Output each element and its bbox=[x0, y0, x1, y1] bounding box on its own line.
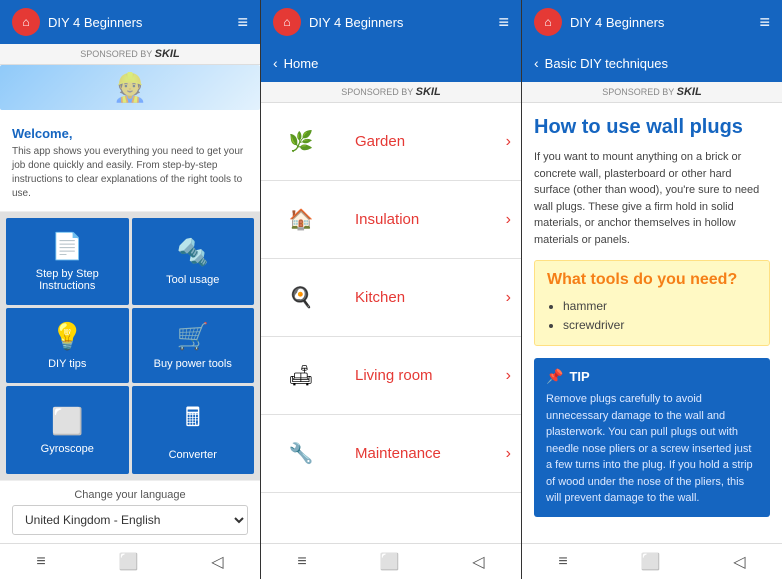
tip-box: 📌 TIP Remove plugs carefully to avoid un… bbox=[534, 358, 770, 517]
hamburger-menu-screen2[interactable]: ≡ bbox=[498, 12, 509, 33]
grid-item-gyroscope[interactable]: ⬜ Gyroscope bbox=[6, 386, 129, 474]
grid-item-tool-usage[interactable]: 🔩 Tool usage bbox=[132, 218, 255, 305]
tool-usage-icon: 🔩 bbox=[177, 237, 209, 268]
article-title: How to use wall plugs bbox=[534, 115, 770, 139]
nav-menu-icon-s2[interactable]: ≡ bbox=[297, 553, 306, 571]
app-title-screen3: DIY 4 Beginners bbox=[570, 15, 664, 30]
logo-screen3: ⌂ DIY 4 Beginners bbox=[534, 8, 664, 36]
logo-screen1: ⌂ DIY 4 Beginners bbox=[12, 8, 142, 36]
grid-item-diy-tips[interactable]: 💡 DIY tips bbox=[6, 308, 129, 383]
app-title-screen1: DIY 4 Beginners bbox=[48, 15, 142, 30]
welcome-text: This app shows you everything you need t… bbox=[12, 145, 248, 201]
step-by-step-label: Step by Step Instructions bbox=[12, 268, 123, 292]
bottom-nav-screen1: ≡ ⬜ ◁ bbox=[0, 543, 260, 579]
logo-icon-screen3: ⌂ bbox=[534, 8, 562, 36]
sponsored-bar-screen1: SPONSORED BY SKIL bbox=[0, 44, 260, 65]
nav-home-icon-s2[interactable]: ⬜ bbox=[380, 552, 400, 572]
tip-pin-icon: 📌 bbox=[546, 368, 563, 385]
category-name-insulation: Insulation bbox=[341, 211, 506, 228]
back-bar-screen2[interactable]: ‹ Home bbox=[261, 44, 521, 82]
category-arrow-maintenance: › bbox=[506, 445, 521, 463]
screen-article: ⌂ DIY 4 Beginners ≡ ‹ Basic DIY techniqu… bbox=[522, 0, 782, 579]
welcome-image: 👷 bbox=[0, 65, 260, 110]
grid-item-step-by-step[interactable]: 📄 Step by Step Instructions bbox=[6, 218, 129, 305]
category-item-kitchen[interactable]: 🍳 Kitchen › bbox=[261, 259, 521, 337]
category-thumb-kitchen: 🍳 bbox=[261, 259, 341, 337]
logo-icon-screen1: ⌂ bbox=[12, 8, 40, 36]
language-label: Change your language bbox=[12, 489, 248, 501]
nav-menu-icon[interactable]: ≡ bbox=[36, 553, 45, 571]
article-content: How to use wall plugs If you want to mou… bbox=[522, 103, 782, 543]
category-arrow-living: › bbox=[506, 367, 521, 385]
category-item-insulation[interactable]: 🏠 Insulation › bbox=[261, 181, 521, 259]
header-screen2: ⌂ DIY 4 Beginners ≡ bbox=[261, 0, 521, 44]
category-thumb-living: 🛋 bbox=[261, 337, 341, 415]
hamburger-menu-screen1[interactable]: ≡ bbox=[237, 12, 248, 33]
bottom-nav-screen3: ≡ ⬜ ◁ bbox=[522, 543, 782, 579]
nav-home-icon[interactable]: ⬜ bbox=[119, 552, 139, 572]
welcome-section: Welcome, This app shows you everything y… bbox=[0, 116, 260, 212]
category-name-living: Living room bbox=[341, 367, 506, 384]
grid-container: 📄 Step by Step Instructions 🔩 Tool usage… bbox=[0, 212, 260, 480]
back-label-screen2: Home bbox=[284, 56, 319, 71]
category-name-garden: Garden bbox=[341, 133, 506, 150]
buy-tools-label: Buy power tools bbox=[154, 358, 232, 370]
language-section: Change your language United Kingdom - En… bbox=[0, 480, 260, 543]
tip-header: 📌 TIP bbox=[546, 368, 758, 385]
nav-back-icon-s2[interactable]: ◁ bbox=[472, 552, 484, 572]
converter-label: Converter bbox=[169, 449, 217, 461]
category-item-living[interactable]: 🛋 Living room › bbox=[261, 337, 521, 415]
category-list: 🌿 Garden › 🏠 Insulation › 🍳 Kitchen › 🛋 … bbox=[261, 103, 521, 543]
nav-back-icon[interactable]: ◁ bbox=[211, 552, 223, 572]
category-thumb-maintenance: 🔧 bbox=[261, 415, 341, 493]
nav-home-icon-s3[interactable]: ⬜ bbox=[641, 552, 661, 572]
step-by-step-icon: 📄 bbox=[51, 231, 83, 262]
diy-tips-icon: 💡 bbox=[51, 321, 83, 352]
tip-text: Remove plugs carefully to avoid unnecess… bbox=[546, 391, 758, 507]
header-screen1: ⌂ DIY 4 Beginners ≡ bbox=[0, 0, 260, 44]
category-item-maintenance[interactable]: 🔧 Maintenance › bbox=[261, 415, 521, 493]
screen-home: ⌂ DIY 4 Beginners ≡ SPONSORED BY SKIL 👷 … bbox=[0, 0, 261, 579]
app-title-screen2: DIY 4 Beginners bbox=[309, 15, 403, 30]
tools-box-title: What tools do you need? bbox=[547, 271, 757, 289]
tool-usage-label: Tool usage bbox=[166, 274, 219, 286]
tip-label: TIP bbox=[569, 369, 589, 384]
diy-tips-label: DIY tips bbox=[48, 358, 86, 370]
tools-list: hammer screwdriver bbox=[547, 297, 757, 335]
welcome-title: Welcome, bbox=[12, 126, 248, 141]
category-arrow-insulation: › bbox=[506, 211, 521, 229]
article-text: If you want to mount anything on a brick… bbox=[534, 149, 770, 248]
hamburger-menu-screen3[interactable]: ≡ bbox=[759, 12, 770, 33]
converter-icon: 🖩 bbox=[185, 399, 201, 443]
gyroscope-icon: ⬜ bbox=[51, 406, 83, 437]
category-name-maintenance: Maintenance bbox=[341, 445, 506, 462]
category-thumb-insulation: 🏠 bbox=[261, 181, 341, 259]
language-select[interactable]: United Kingdom - English bbox=[12, 505, 248, 535]
buy-tools-icon: 🛒 bbox=[177, 321, 209, 352]
screen-categories: ⌂ DIY 4 Beginners ≡ ‹ Home SPONSORED BY … bbox=[261, 0, 522, 579]
grid-item-buy-tools[interactable]: 🛒 Buy power tools bbox=[132, 308, 255, 383]
bottom-nav-screen2: ≡ ⬜ ◁ bbox=[261, 543, 521, 579]
back-arrow-screen3: ‹ bbox=[534, 55, 539, 71]
logo-screen2: ⌂ DIY 4 Beginners bbox=[273, 8, 403, 36]
category-arrow-kitchen: › bbox=[506, 289, 521, 307]
tool-item-screwdriver: screwdriver bbox=[563, 316, 757, 335]
logo-icon-screen2: ⌂ bbox=[273, 8, 301, 36]
grid-item-converter[interactable]: 🖩 Converter bbox=[132, 386, 255, 474]
back-bar-screen3[interactable]: ‹ Basic DIY techniques bbox=[522, 44, 782, 82]
sponsored-bar-screen2: SPONSORED BY SKIL bbox=[261, 82, 521, 103]
header-screen3: ⌂ DIY 4 Beginners ≡ bbox=[522, 0, 782, 44]
back-label-screen3: Basic DIY techniques bbox=[545, 56, 668, 71]
nav-back-icon-s3[interactable]: ◁ bbox=[733, 552, 745, 572]
category-arrow-garden: › bbox=[506, 133, 521, 151]
gyroscope-label: Gyroscope bbox=[41, 443, 94, 455]
category-item-garden[interactable]: 🌿 Garden › bbox=[261, 103, 521, 181]
back-arrow-screen2: ‹ bbox=[273, 55, 278, 71]
tools-box: What tools do you need? hammer screwdriv… bbox=[534, 260, 770, 346]
category-thumb-garden: 🌿 bbox=[261, 103, 341, 181]
category-name-kitchen: Kitchen bbox=[341, 289, 506, 306]
nav-menu-icon-s3[interactable]: ≡ bbox=[558, 553, 567, 571]
tool-item-hammer: hammer bbox=[563, 297, 757, 316]
sponsored-bar-screen3: SPONSORED BY SKIL bbox=[522, 82, 782, 103]
